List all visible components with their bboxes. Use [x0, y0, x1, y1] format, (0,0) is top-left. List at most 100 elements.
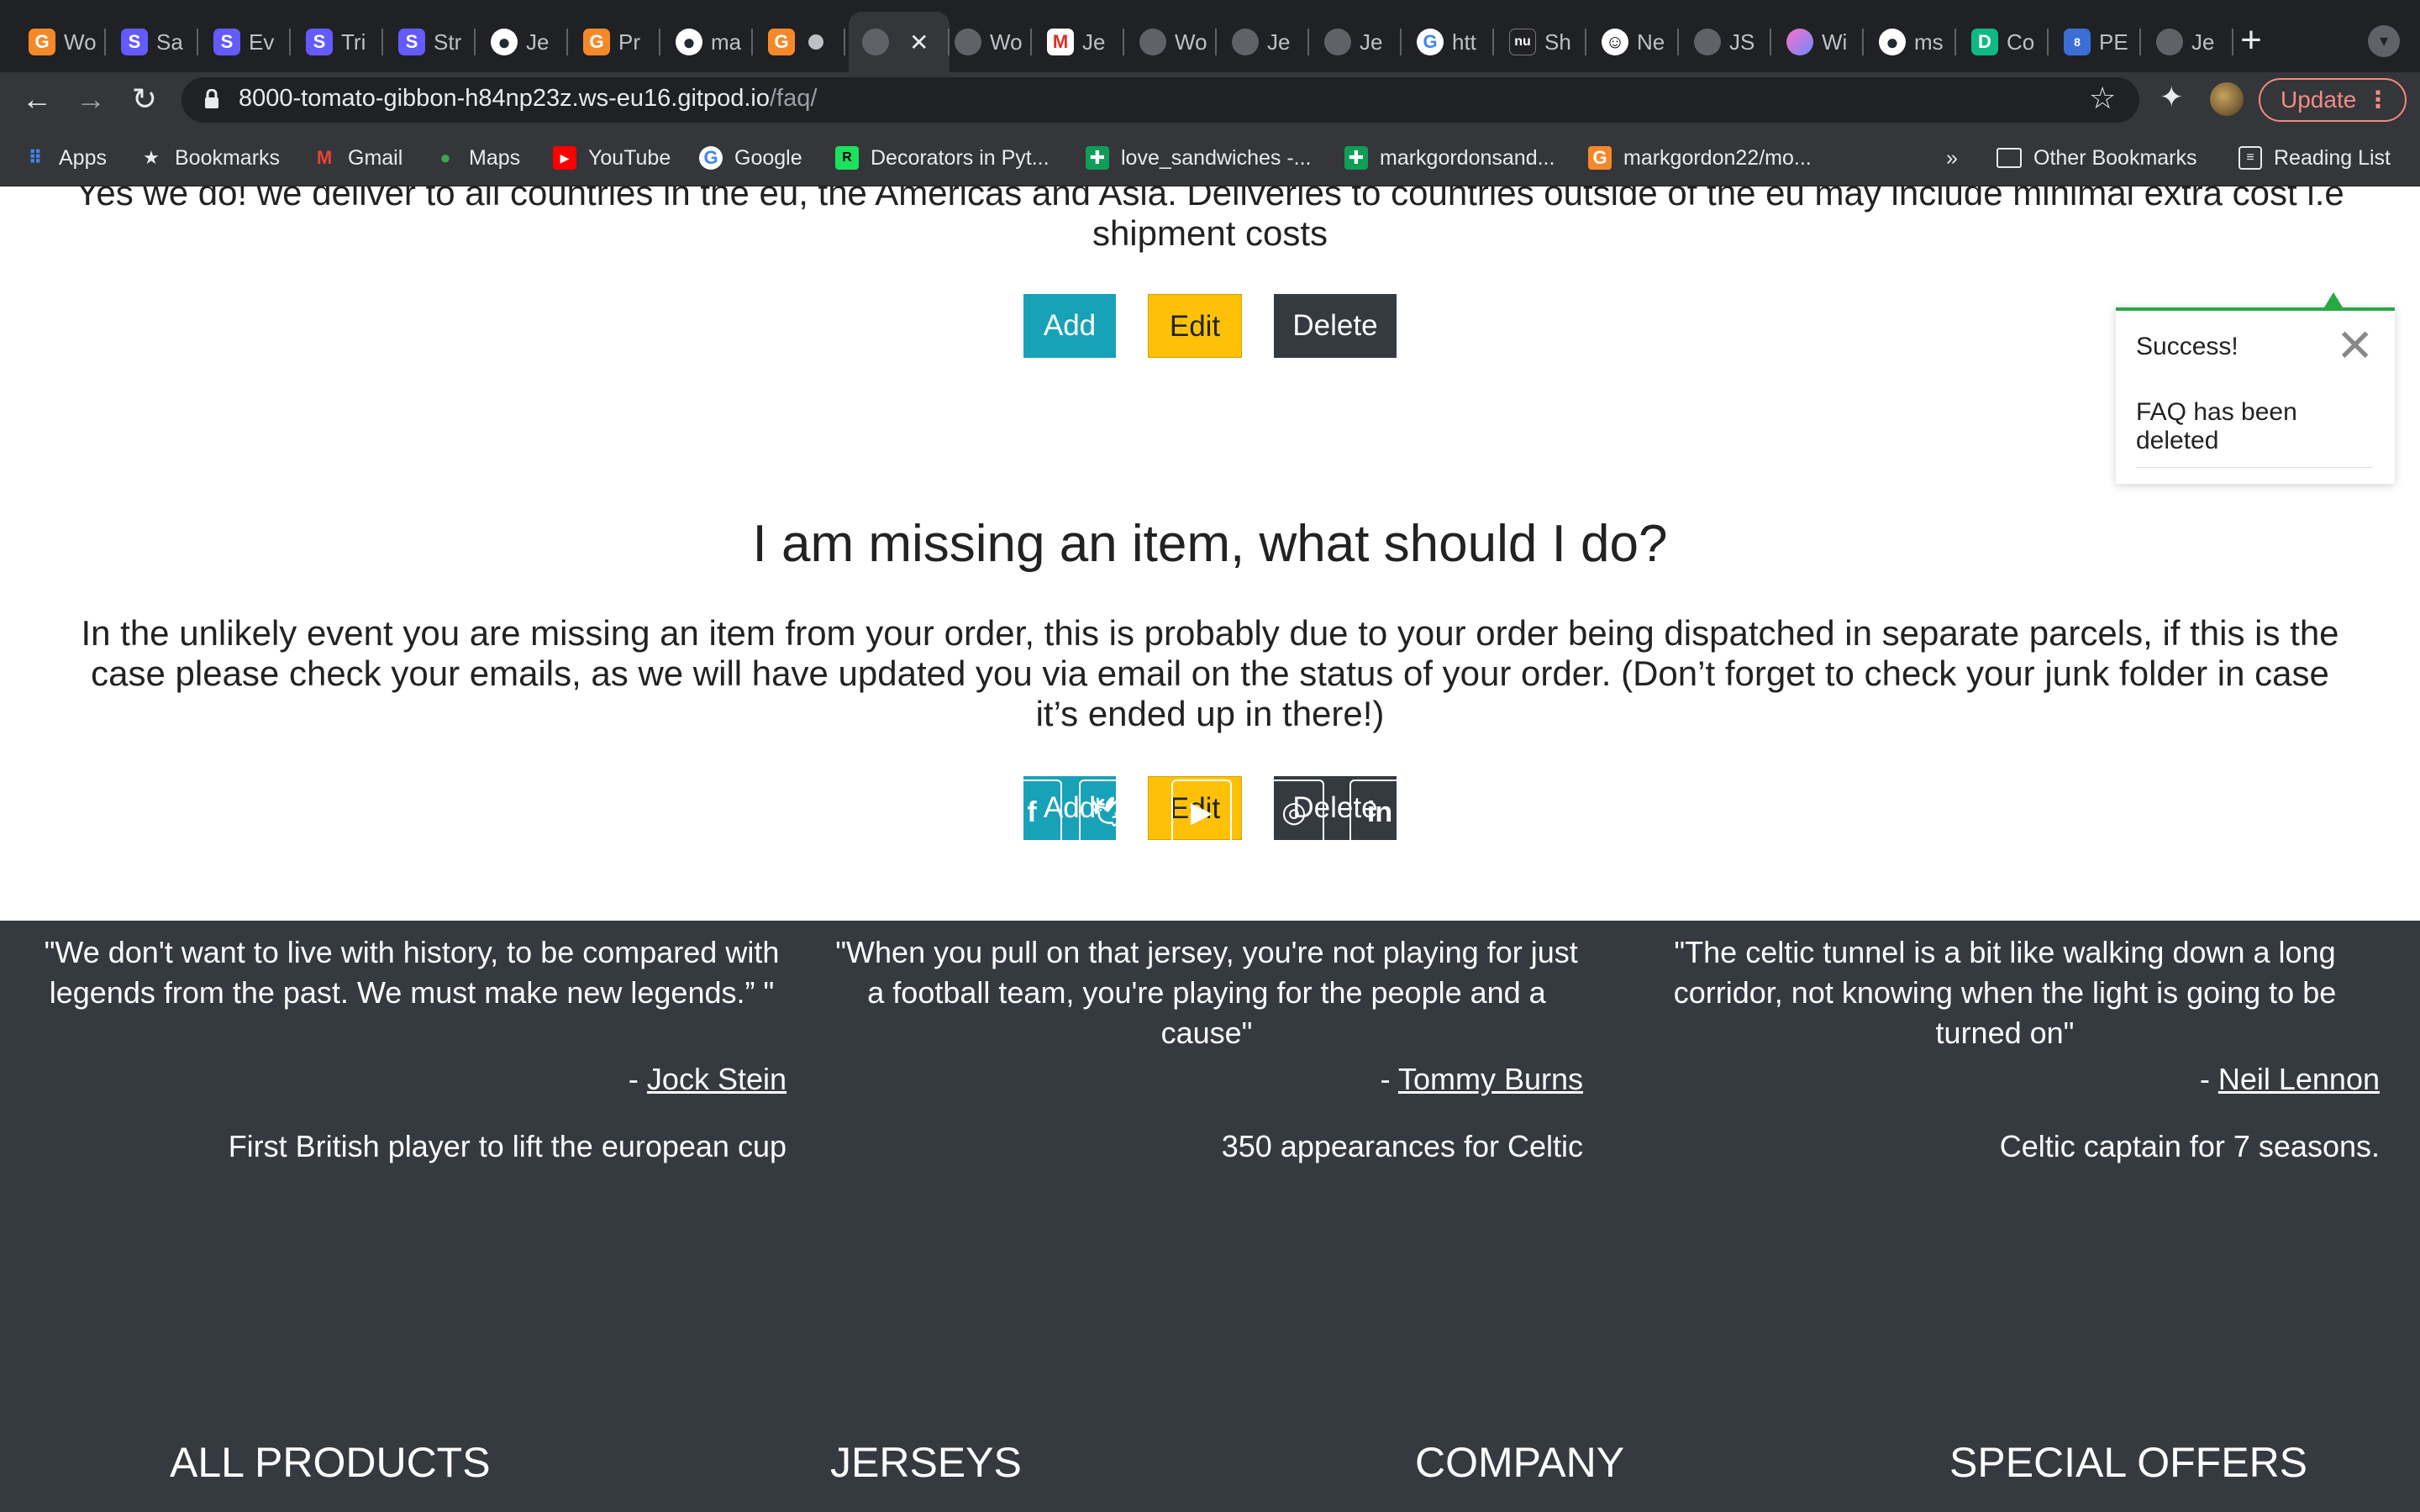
tab-label: PE — [2099, 29, 2128, 55]
browser-tab[interactable]: Je — [2143, 12, 2233, 72]
browser-tab[interactable]: Wo — [1126, 12, 1217, 72]
edit-faq-button[interactable]: Edit — [1148, 294, 1242, 358]
bookmark-label: Apps — [59, 145, 107, 170]
reload-icon[interactable]: ↻ — [123, 77, 166, 121]
quote-attribution: - Tommy Burns — [1163, 1062, 1583, 1097]
youtube-icon[interactable]: ▶ — [1171, 780, 1232, 845]
github-icon: ● — [676, 29, 702, 55]
tab-separator — [1030, 29, 1032, 55]
browser-tab[interactable]: Ghtt — [1403, 12, 1494, 72]
tab-label: Je — [526, 29, 550, 55]
browser-tab[interactable]: 8 PE — [2050, 12, 2141, 72]
extensions-icon[interactable]: ✦ — [2160, 81, 2184, 114]
toast-message: FAQ has been deleted — [2136, 398, 2373, 468]
add-faq-button[interactable]: Add — [1023, 294, 1116, 358]
linkedin-icon[interactable]: in — [1349, 780, 1410, 845]
bookmark-youtube[interactable]: ▶ YouTube — [553, 141, 671, 175]
browser-tab[interactable]: ● ms — [1865, 12, 1956, 72]
new-tab-button[interactable]: + — [2231, 22, 2271, 62]
tab-separator — [2139, 29, 2141, 55]
nu-icon: nu — [1509, 29, 1536, 55]
bookmark-bookmarks[interactable]: ★ Bookmarks — [139, 141, 280, 175]
tab-label: Je — [1082, 29, 1106, 55]
browser-tab[interactable]: Je — [1218, 12, 1309, 72]
browser-tab[interactable]: M Je — [1034, 12, 1124, 72]
bookmark-decorators[interactable]: R Decorators in Pyt... — [835, 141, 1050, 175]
stripe-icon: S — [306, 29, 333, 55]
close-icon[interactable]: ✕ — [2336, 321, 2374, 371]
footer-heading[interactable]: SPECIAL OFFERS — [1949, 1438, 2307, 1487]
bookmarks-overflow-chevron[interactable]: » — [1946, 141, 1958, 175]
browser-tab[interactable]: nu Sh — [1496, 12, 1586, 72]
browser-tab[interactable]: JS — [1681, 12, 1771, 72]
tab-label: Wo — [1175, 29, 1207, 55]
author-link[interactable]: Jock Stein — [647, 1062, 786, 1096]
footer-heading[interactable]: ALL PRODUCTS — [170, 1438, 491, 1487]
browser-tab[interactable]: Wo — [941, 12, 1032, 72]
sheets-icon: ✚ — [1344, 146, 1368, 170]
other-bookmarks-folder[interactable]: Other Bookmarks — [1996, 141, 2197, 175]
update-button[interactable]: Update ⋮ — [2259, 78, 2407, 122]
browser-tab[interactable]: Wi — [1773, 12, 1864, 72]
browser-tab[interactable]: S Tri — [292, 12, 383, 72]
stripe-icon: S — [213, 29, 240, 55]
tab-label: Wi — [1822, 29, 1848, 55]
tab-search-icon[interactable]: ▾ — [2368, 25, 2400, 57]
quote-fact: Celtic captain for 7 seasons. — [1999, 1129, 2380, 1163]
gmail-icon: M — [1047, 29, 1074, 55]
bookmark-markgordon22[interactable]: Gmarkgordon22/mo... — [1588, 141, 1812, 175]
facebook-icon[interactable]: f — [1002, 780, 1062, 845]
author-link[interactable]: Tommy Burns — [1398, 1062, 1583, 1096]
bookmark-label: YouTube — [588, 145, 671, 170]
tab-separator — [1677, 29, 1679, 55]
tab-separator — [1307, 29, 1309, 55]
footer-heading[interactable]: JERSEYS — [830, 1438, 1022, 1487]
bookmark-star-icon[interactable]: ☆ — [2089, 81, 2116, 116]
profile-avatar[interactable] — [2210, 82, 2244, 116]
reading-list[interactable]: ≡ Reading List — [2238, 141, 2391, 175]
tab-label: Je — [2191, 29, 2215, 55]
tab-playing-dot-icon — [808, 34, 823, 50]
browser-tab[interactable]: ● ma — [662, 12, 753, 72]
author-link[interactable]: Neil Lennon — [2218, 1062, 2380, 1096]
tab-label: Pr — [618, 29, 640, 55]
browser-tab[interactable]: S Ev — [200, 12, 291, 72]
tab-separator — [844, 29, 845, 55]
attribution-dash: - — [2199, 1062, 2218, 1096]
google-icon: G — [1417, 29, 1444, 55]
browser-tab[interactable]: ● Je — [477, 12, 568, 72]
tab-separator — [1954, 29, 1956, 55]
tab-separator — [1400, 29, 1402, 55]
browser-tab[interactable]: D Co — [1958, 12, 2049, 72]
bookmark-markgordonsand[interactable]: ✚ markgordonsand... — [1344, 141, 1555, 175]
gitpod-icon: G — [583, 29, 610, 55]
quote-fact: First British player to lift the europea… — [228, 1129, 786, 1163]
close-tab-icon[interactable]: ✕ — [909, 29, 929, 56]
folder-icon — [1996, 148, 2022, 168]
tab-label: Str — [434, 29, 462, 55]
browser-tab[interactable]: G — [755, 12, 845, 72]
bookmark-apps[interactable]: ⠿ Apps — [24, 141, 107, 175]
browser-tab[interactable]: S Sa — [108, 12, 198, 72]
bookmark-gmail[interactable]: M Gmail — [313, 141, 402, 175]
footer-heading[interactable]: COMPANY — [1415, 1438, 1624, 1487]
instagram-icon[interactable]: ◎ — [1264, 780, 1324, 845]
tab-separator — [2047, 29, 2049, 55]
back-icon[interactable]: ← — [15, 77, 59, 121]
browser-tab[interactable]: G Pr — [570, 12, 660, 72]
bookmark-love-sandwiches[interactable]: ✚ love_sandwiches -... — [1086, 141, 1312, 175]
faq-page: Yes we do! we deliver to all countries i… — [0, 186, 2420, 1512]
globe-icon — [2156, 29, 2183, 55]
globe-icon — [1324, 29, 1351, 55]
browser-tab[interactable]: ☺ Ne — [1588, 12, 1679, 72]
browser-tab[interactable]: ✕ — [849, 12, 950, 72]
browser-tab[interactable]: G Wo — [15, 12, 106, 72]
forward-icon[interactable]: → — [69, 77, 113, 121]
bookmark-maps[interactable]: ● Maps — [434, 141, 520, 175]
browser-tab[interactable]: S Str — [385, 12, 476, 72]
browser-tab[interactable]: Je — [1311, 12, 1402, 72]
twitter-icon[interactable]: 🕊 — [1079, 780, 1139, 845]
bookmark-google[interactable]: G Google — [699, 141, 802, 175]
delete-faq-button[interactable]: Delete — [1274, 294, 1397, 358]
url-text[interactable]: 8000-tomato-gibbon-h84np23z.ws-eu16.gitp… — [239, 85, 817, 113]
